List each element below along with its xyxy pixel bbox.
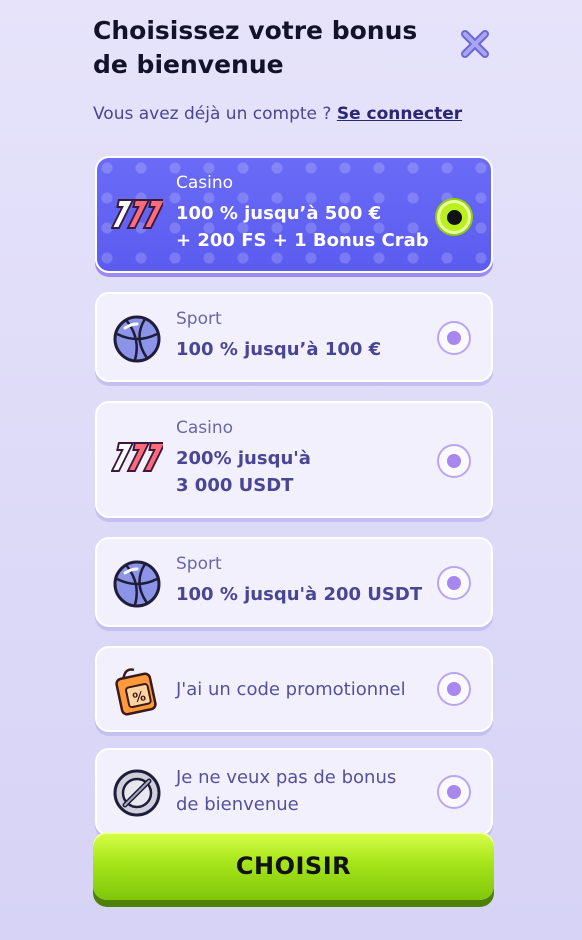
choose-button[interactable]: CHOISIR: [93, 832, 494, 900]
option-text: Je ne veux pas de bonus de bienvenue: [176, 764, 431, 818]
promo-tag-icon: %: [111, 662, 163, 716]
choose-button-label: CHOISIR: [235, 852, 352, 880]
bonus-option-sport-usdt[interactable]: Sport 100 % jusqu'à 200 USDT: [95, 537, 493, 627]
bonus-option-casino-usdt[interactable]: Casino 200% jusqu'à 3 000 USDT: [95, 401, 493, 518]
option-label: J'ai un code promotionnel: [176, 679, 406, 700]
option-radio[interactable]: [437, 444, 471, 478]
basketball-icon: [111, 557, 163, 609]
option-offer-line1: 100 % jusqu'à 200 USDT: [176, 584, 423, 605]
option-label-line2: de bienvenue: [176, 794, 299, 815]
close-icon[interactable]: [459, 28, 491, 60]
option-category: Sport: [176, 309, 222, 329]
option-offer-line1: 200% jusqu'à: [176, 448, 311, 469]
option-text: Sport 100 % jusqu'à 200 USDT: [176, 553, 431, 608]
slot-777-icon: [110, 190, 167, 242]
bonus-option-promo-code[interactable]: % J'ai un code promotionnel: [95, 646, 493, 732]
option-label-line1: Je ne veux pas de bonus: [176, 767, 397, 788]
option-text: Sport 100 % jusqu’à 100 €: [176, 308, 431, 363]
login-link[interactable]: Se connecter: [337, 104, 462, 124]
slot-777-icon: [110, 433, 167, 485]
login-prompt-text: Vous avez déjà un compte ?: [93, 104, 332, 124]
option-offer-line2: 3 000 USDT: [176, 475, 294, 496]
option-category: Casino: [176, 418, 234, 438]
option-text: Casino 100 % jusqu’à 500 € + 200 FS + 1 …: [176, 172, 431, 254]
option-text: Casino 200% jusqu'à 3 000 USDT: [176, 417, 431, 499]
option-radio[interactable]: [437, 321, 471, 355]
bonus-option-no-bonus[interactable]: Je ne veux pas de bonus de bienvenue: [95, 748, 493, 836]
option-text: J'ai un code promotionnel: [176, 676, 431, 703]
basketball-icon: [111, 312, 163, 364]
option-offer-line1: 100 % jusqu’à 500 €: [176, 203, 382, 224]
option-offer-line2: + 200 FS + 1 Bonus Crab: [176, 230, 429, 251]
option-category: Sport: [176, 554, 222, 574]
option-radio-selected[interactable]: [437, 200, 471, 234]
option-category: Casino: [176, 173, 234, 193]
bonus-option-sport-100[interactable]: Sport 100 % jusqu’à 100 €: [95, 292, 493, 382]
login-prompt-line: Vous avez déjà un compte ? Se connecter: [93, 104, 462, 124]
option-radio[interactable]: [437, 672, 471, 706]
option-radio[interactable]: [437, 775, 471, 809]
page-title: Choisissez votre bonus de bienvenue: [93, 16, 418, 79]
option-radio[interactable]: [437, 566, 471, 600]
modal-header: Choisissez votre bonus de bienvenue: [93, 14, 493, 82]
no-bonus-icon: [111, 766, 163, 818]
option-offer-line1: 100 % jusqu’à 100 €: [176, 339, 382, 360]
bonus-option-casino-500[interactable]: Casino 100 % jusqu’à 500 € + 200 FS + 1 …: [95, 156, 493, 273]
